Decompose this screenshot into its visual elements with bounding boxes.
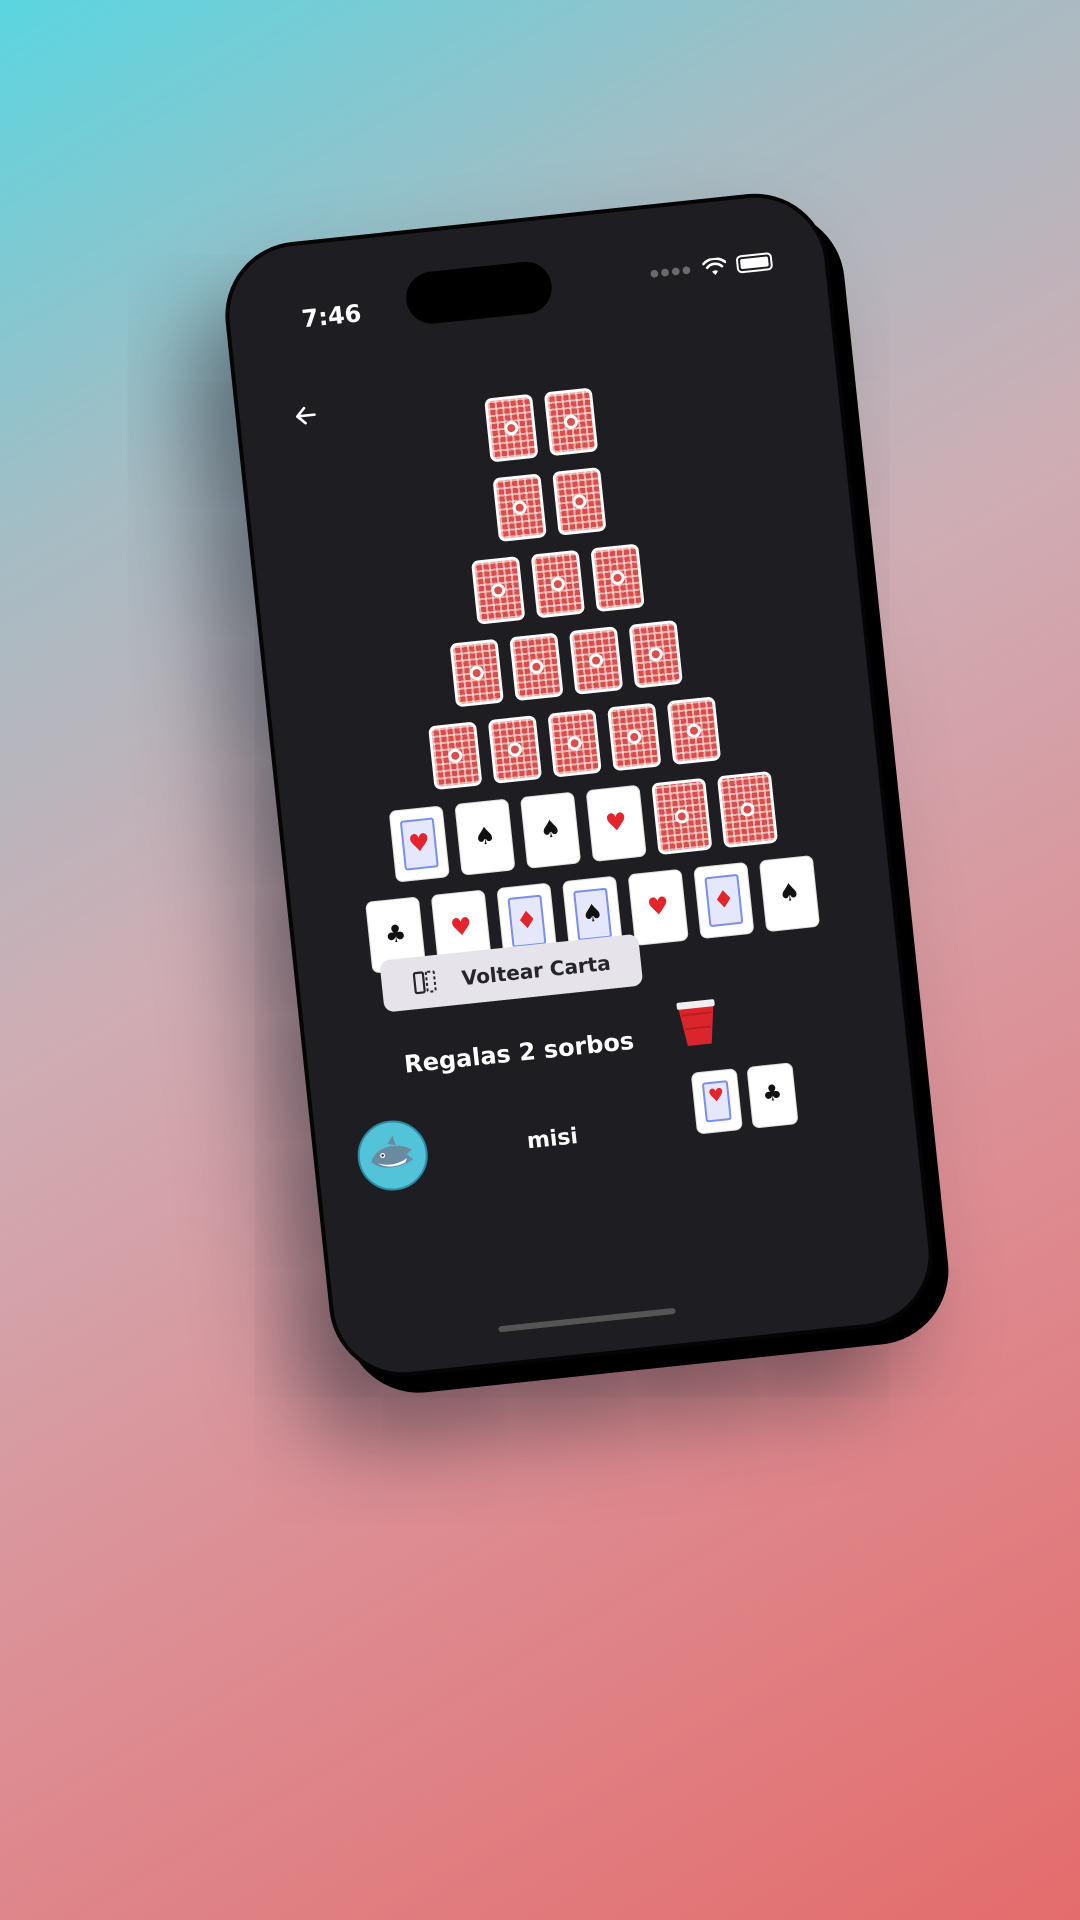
status-icons: ●●●●: [649, 251, 774, 283]
battery-icon: [735, 251, 774, 274]
card-court-faceup[interactable]: ♥: [690, 1068, 743, 1135]
card-facedown[interactable]: [492, 473, 547, 543]
wifi-icon: [701, 257, 727, 275]
card-suit: ♠: [538, 814, 563, 845]
card-facedown[interactable]: [628, 619, 683, 689]
card-suit: ♠: [580, 898, 605, 929]
card-faceup[interactable]: ♣: [746, 1062, 799, 1129]
card-court-faceup[interactable]: ♥: [388, 805, 450, 883]
card-suit: ♦: [514, 905, 540, 936]
card-suit: ♥: [407, 827, 432, 859]
card-facedown[interactable]: [552, 467, 607, 536]
card-suit: ♥: [645, 891, 671, 922]
red-cup-icon: [676, 999, 715, 1047]
card-suit: ♥: [603, 807, 629, 838]
card-facedown[interactable]: [607, 702, 662, 772]
flip-card-label: Voltear Carta: [460, 950, 612, 991]
card-facedown[interactable]: [547, 708, 602, 778]
player-name: misi: [525, 1124, 580, 1155]
card-facedown[interactable]: [716, 770, 779, 849]
card-facedown[interactable]: [666, 696, 722, 766]
card-suit: ♥: [449, 912, 474, 943]
card-suit: ♣: [761, 1080, 784, 1108]
card-facedown[interactable]: [590, 543, 645, 613]
home-indicator[interactable]: [498, 1307, 676, 1333]
phone-screen: 7:46 ●●●● ♥ ♠ ♠ ♥ ♣ ♥ ♦ ♠ ♥ ♦ ♠ Voltear Carta Re: [218, 186, 940, 1384]
card-pyramid: ♥ ♠ ♠ ♥ ♣ ♥ ♦ ♠ ♥ ♦ ♠: [240, 362, 895, 997]
card-suit: ♣: [383, 918, 408, 950]
flip-card-icon: [413, 970, 437, 995]
card-facedown[interactable]: [449, 638, 504, 708]
card-facedown[interactable]: [509, 632, 564, 702]
card-facedown[interactable]: [484, 393, 539, 463]
card-facedown[interactable]: [471, 556, 526, 625]
player-hand: ♥ ♣: [690, 1062, 799, 1135]
card-facedown[interactable]: [543, 387, 599, 457]
shark-avatar-icon: [371, 1135, 414, 1168]
card-facedown[interactable]: [530, 549, 586, 619]
game-message: Regalas 2 sorbos: [402, 1026, 636, 1079]
card-suit: ♠: [472, 821, 497, 852]
card-faceup[interactable]: ♠: [758, 854, 821, 933]
card-faceup[interactable]: ♥: [585, 784, 647, 862]
card-faceup[interactable]: ♠: [519, 791, 582, 869]
player-avatar[interactable]: [354, 1117, 432, 1194]
card-facedown[interactable]: [428, 721, 483, 791]
card-facedown[interactable]: [487, 715, 543, 784]
card-facedown[interactable]: [651, 777, 713, 856]
card-faceup[interactable]: ♥: [627, 868, 689, 947]
card-suit: ♠: [777, 877, 802, 908]
card-suit: ♥: [707, 1084, 726, 1108]
signal-icon: ●●●●: [649, 263, 694, 280]
card-faceup[interactable]: ♠: [454, 798, 516, 876]
card-suit: ♦: [711, 884, 736, 915]
card-facedown[interactable]: [568, 626, 624, 695]
phone-frame: 7:46 ●●●● ♥ ♠ ♠ ♥ ♣ ♥ ♦ ♠ ♥ ♦ ♠ Voltear Carta Re: [218, 186, 956, 1400]
status-time: 7:46: [300, 299, 363, 334]
dynamic-island: [403, 259, 555, 327]
card-court-faceup[interactable]: ♦: [693, 861, 755, 940]
